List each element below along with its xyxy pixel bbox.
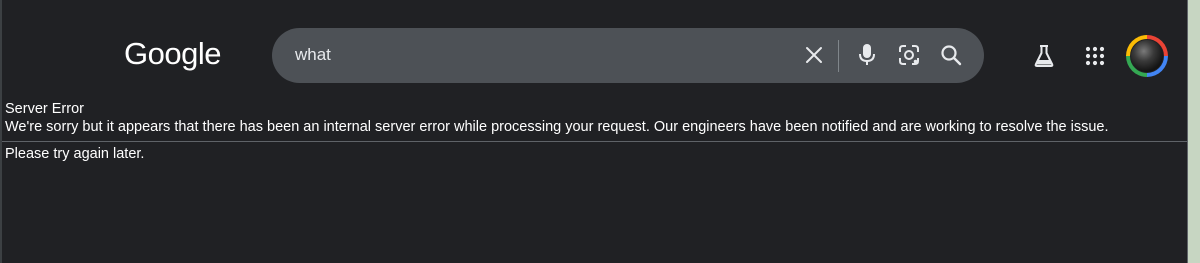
- voice-search-button[interactable]: [852, 40, 882, 70]
- clear-search-button[interactable]: [799, 40, 829, 70]
- retry-message: Please try again later.: [5, 146, 145, 162]
- error-title: Server Error: [5, 101, 84, 117]
- search-header: Google what: [2, 0, 1187, 96]
- avatar-image: [1130, 39, 1164, 73]
- search-input[interactable]: what: [295, 44, 331, 66]
- google-apps-button[interactable]: [1079, 40, 1111, 72]
- error-message: We're sorry but it appears that there ha…: [5, 119, 1109, 135]
- google-logo[interactable]: Google: [124, 34, 221, 74]
- close-icon: [806, 47, 822, 63]
- labs-flask-icon: [1034, 45, 1054, 67]
- error-content: Server Error We're sorry but it appears …: [2, 100, 1187, 163]
- lens-camera-icon: [899, 45, 919, 65]
- microphone-icon: [859, 44, 875, 65]
- apps-grid-icon: [1085, 46, 1105, 66]
- lens-search-button[interactable]: [894, 40, 924, 70]
- search-labs-button[interactable]: [1028, 40, 1060, 72]
- account-avatar[interactable]: [1126, 35, 1168, 77]
- search-divider: [838, 40, 839, 72]
- browser-window: Google what Server Error We're sorry but…: [0, 0, 1188, 263]
- search-icon: [941, 45, 962, 66]
- divider-line: [2, 141, 1187, 142]
- search-submit-button[interactable]: [936, 40, 966, 70]
- search-box[interactable]: what: [272, 28, 984, 83]
